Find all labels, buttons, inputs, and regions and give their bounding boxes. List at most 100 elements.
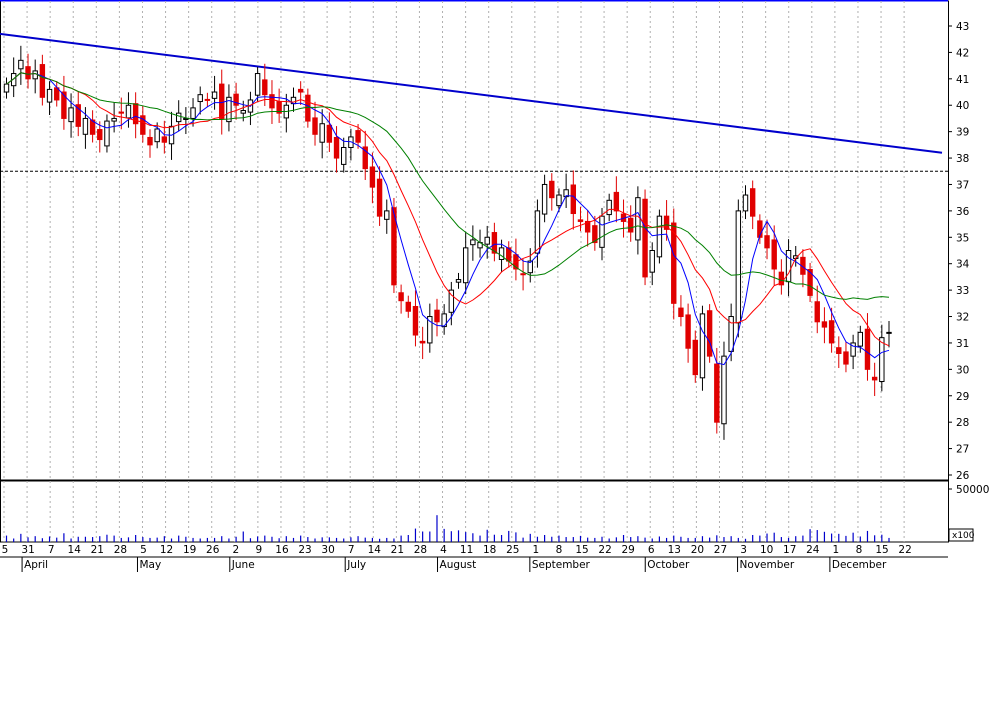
candle-body bbox=[312, 117, 318, 135]
x-tick-label: 15 bbox=[875, 544, 888, 556]
candle-body bbox=[699, 313, 706, 379]
y-tick-label: 27 bbox=[956, 444, 969, 456]
candle-body bbox=[556, 194, 562, 207]
trendline bbox=[0, 32, 943, 154]
x-tick-label: 26 bbox=[206, 544, 220, 556]
candle-body bbox=[484, 236, 490, 245]
x-tick-label: 6 bbox=[648, 544, 655, 556]
candle-body bbox=[735, 210, 742, 324]
x-tick-label: 10 bbox=[760, 544, 773, 556]
x-tick-label: 1 bbox=[833, 544, 840, 556]
x-tick-label: 22 bbox=[598, 544, 611, 556]
month-label: November bbox=[740, 559, 795, 571]
candle-body bbox=[541, 183, 548, 215]
y-tick-label: 37 bbox=[956, 179, 969, 191]
x-tick-label: 24 bbox=[806, 544, 820, 556]
candle-body bbox=[384, 210, 390, 220]
candle-body bbox=[549, 180, 555, 199]
candle-body bbox=[814, 301, 820, 323]
candle-body bbox=[376, 178, 383, 217]
candle-body bbox=[656, 215, 663, 258]
candle-body bbox=[405, 301, 411, 312]
moving-average-long-line bbox=[6, 72, 890, 300]
candle-body bbox=[82, 117, 89, 135]
stock-chart: 5 31 7 14 21 28 5 12 19 26 2 9 16 23 30 7 14 21 28 4 11 18 25 1… bbox=[0, 0, 994, 720]
x-tick-label: 21 bbox=[91, 544, 104, 556]
x-tick-label: 21 bbox=[391, 544, 404, 556]
candle-body bbox=[886, 331, 892, 334]
x-tick-label: 12 bbox=[160, 544, 173, 556]
x-tick-label: 19 bbox=[183, 544, 196, 556]
x-tick-label: 28 bbox=[414, 544, 427, 556]
candle-body bbox=[125, 104, 132, 119]
candle-body bbox=[671, 222, 677, 304]
candle-body bbox=[628, 217, 634, 233]
x-tick-label: 11 bbox=[460, 544, 473, 556]
candle-body bbox=[749, 188, 756, 217]
month-label: October bbox=[647, 559, 690, 571]
x-tick-label: 16 bbox=[275, 544, 289, 556]
candle-body bbox=[204, 98, 211, 101]
candle-body bbox=[233, 93, 239, 106]
x-tick-label: 25 bbox=[506, 544, 519, 556]
candle-body bbox=[412, 305, 419, 336]
candle-body bbox=[305, 94, 311, 122]
candle-body bbox=[534, 210, 541, 254]
y-tick-label: 29 bbox=[956, 391, 969, 403]
x-tick-label: 29 bbox=[621, 544, 634, 556]
y-tick-label: 28 bbox=[956, 417, 969, 429]
y-tick-label: 34 bbox=[956, 259, 970, 271]
candle-body bbox=[269, 94, 275, 109]
candle-body bbox=[879, 337, 885, 383]
candle-body bbox=[25, 66, 31, 80]
candle-body bbox=[333, 136, 340, 159]
candle-body bbox=[714, 363, 720, 423]
candle-body bbox=[434, 309, 440, 323]
x-tick-label: 7 bbox=[48, 544, 55, 556]
volume-tick-label: 50000 bbox=[956, 484, 989, 496]
y-tick-label: 36 bbox=[956, 206, 970, 218]
month-label: July bbox=[346, 559, 366, 571]
moving-average-short-line bbox=[6, 72, 890, 366]
candle-body bbox=[18, 59, 24, 70]
candle-body bbox=[462, 247, 469, 284]
candle-body bbox=[118, 111, 124, 114]
candle-body bbox=[871, 376, 878, 381]
candle-body bbox=[3, 83, 10, 93]
candle-body bbox=[742, 194, 749, 212]
candle-body bbox=[685, 314, 691, 349]
x-tick-label: 22 bbox=[898, 544, 911, 556]
x-tick-label: 13 bbox=[668, 544, 681, 556]
candle-body bbox=[297, 88, 304, 93]
y-tick-label: 35 bbox=[956, 232, 969, 244]
candle-body bbox=[828, 320, 835, 344]
candle-body bbox=[319, 123, 325, 143]
candle-body bbox=[111, 117, 117, 122]
candle-body bbox=[326, 124, 333, 143]
candle-body bbox=[721, 355, 727, 425]
y-tick-label: 40 bbox=[956, 100, 969, 112]
candle-body bbox=[190, 107, 196, 119]
y-tick-label: 41 bbox=[956, 74, 969, 86]
y-tick-label: 33 bbox=[956, 285, 969, 297]
x-tick-label: 3 bbox=[740, 544, 747, 556]
candle-body bbox=[68, 107, 74, 123]
x-tick-label: 28 bbox=[114, 544, 127, 556]
month-label: June bbox=[231, 559, 255, 571]
candle-body bbox=[692, 339, 698, 376]
x-tick-label: 5 bbox=[2, 544, 9, 556]
candle-body bbox=[570, 184, 577, 215]
x-tick-label: 20 bbox=[691, 544, 704, 556]
candle-body bbox=[147, 136, 153, 146]
volume-multiplier-label: x100 bbox=[952, 531, 975, 541]
candle-body bbox=[771, 239, 777, 270]
candle-body bbox=[341, 146, 347, 165]
x-tick-label: 17 bbox=[783, 544, 796, 556]
moving-average-medium-line bbox=[6, 72, 890, 347]
candle-body bbox=[398, 292, 404, 302]
x-tick-label: 5 bbox=[140, 544, 147, 556]
candle-body bbox=[470, 239, 476, 246]
y-tick-label: 39 bbox=[956, 127, 969, 139]
candle-body bbox=[455, 279, 462, 283]
month-label: April bbox=[24, 559, 48, 571]
